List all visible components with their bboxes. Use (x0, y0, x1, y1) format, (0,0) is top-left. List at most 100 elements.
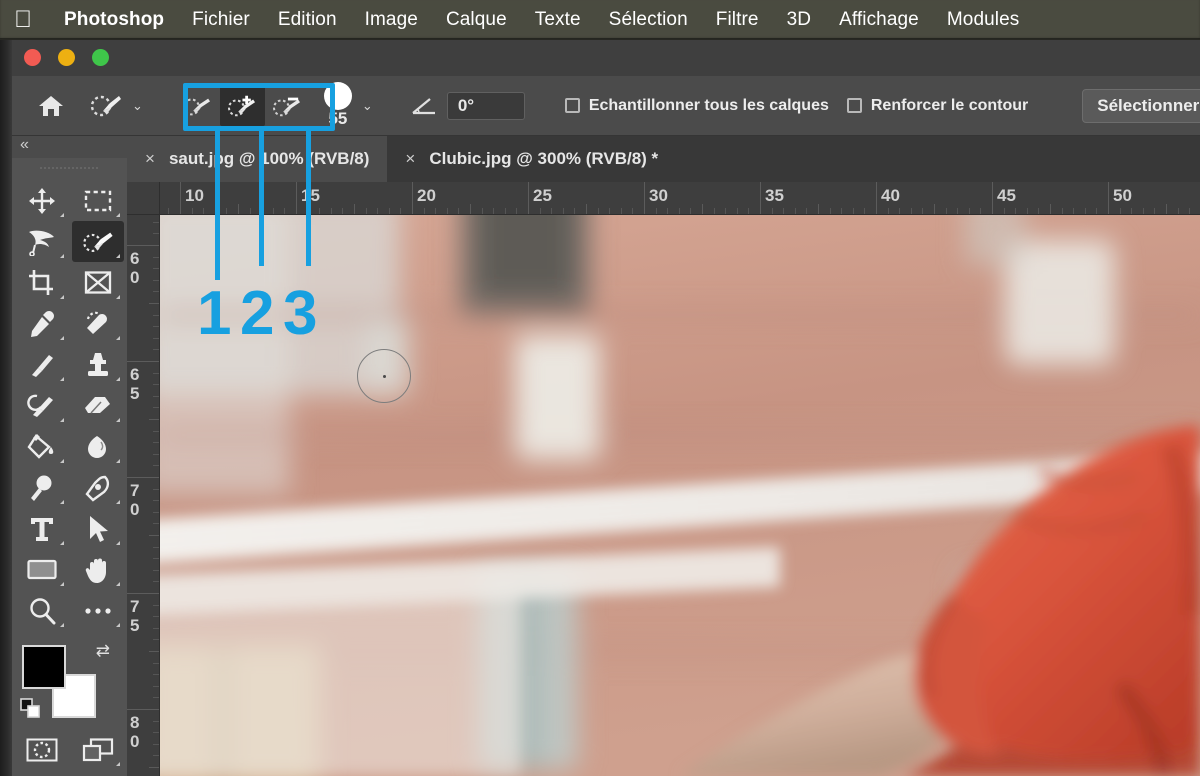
quick-mask-button[interactable] (16, 729, 68, 770)
tools-grid (12, 180, 127, 631)
ruler-tick-minor (149, 651, 159, 652)
ruler-label: 65 (130, 365, 140, 403)
brush-icon (32, 354, 53, 377)
tool-pen[interactable] (72, 467, 124, 508)
tool-path-selection[interactable] (72, 508, 124, 549)
tools-panel-grip[interactable] (39, 160, 100, 176)
tool-options-corner (116, 459, 120, 463)
annotation-line-2 (259, 128, 264, 266)
ruler-tick-minor (539, 208, 541, 214)
ruler-tick (127, 245, 159, 246)
minimize-button[interactable] (58, 49, 75, 66)
close-icon[interactable]: × (405, 149, 415, 169)
tool-zoom[interactable] (16, 590, 68, 631)
ruler-tick-minor (1166, 204, 1167, 214)
ruler-tick-minor (153, 755, 159, 757)
tool-preset-picker[interactable]: ⌄ (80, 91, 151, 121)
tool-quick-selection[interactable] (72, 221, 124, 262)
tab-label: Clubic.jpg @ 300% (RVB/8) * (429, 149, 659, 168)
ruler-corner[interactable] (127, 182, 160, 215)
menu-item-image[interactable]: Image (351, 9, 432, 31)
ruler-tick-minor (702, 204, 703, 214)
ruler-tick-minor (153, 546, 159, 548)
ruler-tick-minor (319, 208, 321, 214)
ruler-tick-minor (899, 208, 901, 214)
ruler-tick-minor (191, 208, 193, 214)
apple-icon[interactable]:  (10, 8, 36, 32)
ruler-tick (412, 182, 413, 214)
menu-item-fichier[interactable]: Fichier (178, 9, 264, 31)
menu-item-selection[interactable]: Sélection (595, 9, 702, 31)
default-colors-icon[interactable] (20, 698, 40, 723)
tool-lasso[interactable] (16, 221, 68, 262)
zoom-button[interactable] (92, 49, 109, 66)
refine-edge-checkbox-row[interactable]: Renforcer le contour (846, 97, 1028, 115)
home-icon (39, 95, 63, 116)
vertical-ruler[interactable]: 60 65 70 75 80 (127, 215, 160, 776)
ruler-tick-minor (957, 208, 959, 214)
tool-type[interactable] (16, 508, 68, 549)
tool-move[interactable] (16, 180, 68, 221)
tool-edit-toolbar[interactable] (72, 590, 124, 631)
home-button[interactable] (38, 94, 64, 118)
tool-rectangular-marquee[interactable] (72, 180, 124, 221)
tool-dodge[interactable] (16, 467, 68, 508)
tab-saut-jpg[interactable]: × saut.jpg @ 100% (RVB/8) (127, 136, 388, 182)
ruler-tick-minor (153, 569, 159, 571)
tool-hand[interactable] (72, 549, 124, 590)
ruler-tick-minor (153, 523, 159, 525)
tool-clone-stamp[interactable] (72, 344, 124, 385)
tool-smudge[interactable] (72, 426, 124, 467)
menu-item-3d[interactable]: 3D (773, 9, 826, 31)
foreground-color-swatch[interactable] (22, 645, 66, 689)
ruler-tick-minor (1061, 208, 1063, 214)
menu-item-edition[interactable]: Edition (264, 9, 351, 31)
tools-panel-collapse-button[interactable]: « (12, 136, 127, 158)
menu-item-affichage[interactable]: Affichage (825, 9, 933, 31)
swap-colors-icon[interactable]: ⇄ (96, 641, 110, 661)
tab-clubic-jpg[interactable]: × Clubic.jpg @ 300% (RVB/8) * (387, 136, 676, 182)
tool-frame[interactable] (72, 262, 124, 303)
tool-history-brush[interactable] (16, 385, 68, 426)
tool-rectangle[interactable] (16, 549, 68, 590)
ruler-tick-minor (841, 208, 843, 214)
ruler-tick-minor (153, 604, 159, 606)
close-button[interactable] (24, 49, 41, 66)
ruler-label: 70 (130, 481, 140, 519)
tool-eyedropper[interactable] (16, 303, 68, 344)
menu-item-photoshop[interactable]: Photoshop (50, 9, 178, 31)
ruler-tick-minor (1154, 208, 1156, 214)
menu-item-modules[interactable]: Modules (933, 9, 1034, 31)
angle-input[interactable]: 0° (446, 91, 525, 120)
annotation-number-3: 3 (283, 279, 318, 348)
ruler-tick-minor (149, 767, 159, 768)
tab-label: saut.jpg @ 100% (RVB/8) (168, 149, 370, 168)
ruler-tick (127, 709, 159, 710)
ruler-tick-minor (1003, 208, 1005, 214)
tool-crop[interactable] (16, 262, 68, 303)
ruler-tick-minor (690, 208, 692, 214)
refine-edge-checkbox[interactable] (846, 98, 862, 113)
select-subject-button[interactable]: Sélectionner (1082, 88, 1200, 123)
ruler-tick-minor (153, 233, 159, 235)
menu-item-calque[interactable]: Calque (432, 9, 521, 31)
photoshop-window:  Photoshop Fichier Edition Image Calque… (0, 0, 1200, 776)
tool-healing-brush[interactable] (72, 303, 124, 344)
annotation-highlight-box (183, 83, 335, 131)
tool-eraser[interactable] (72, 385, 124, 426)
arrow-icon (90, 515, 108, 542)
eyedropper-icon (31, 310, 54, 337)
sample-all-layers-checkbox-row[interactable]: Echantillonner tous les calques (564, 97, 829, 115)
horizontal-ruler[interactable]: 101520253035404550 (160, 182, 1200, 215)
tool-paint-bucket[interactable] (16, 426, 68, 467)
chevron-down-icon[interactable]: ⌄ (132, 98, 143, 114)
tool-brush[interactable] (16, 344, 68, 385)
menu-item-texte[interactable]: Texte (521, 9, 595, 31)
menu-item-filtre[interactable]: Filtre (702, 9, 773, 31)
ruler-tick (127, 477, 159, 478)
brush-options-chevron-down-icon[interactable]: ⌄ (362, 98, 373, 114)
sample-all-layers-checkbox[interactable] (564, 98, 580, 113)
close-icon[interactable]: × (145, 149, 155, 169)
screen-mode-button[interactable] (72, 729, 124, 770)
ruler-tick-minor (562, 208, 564, 214)
